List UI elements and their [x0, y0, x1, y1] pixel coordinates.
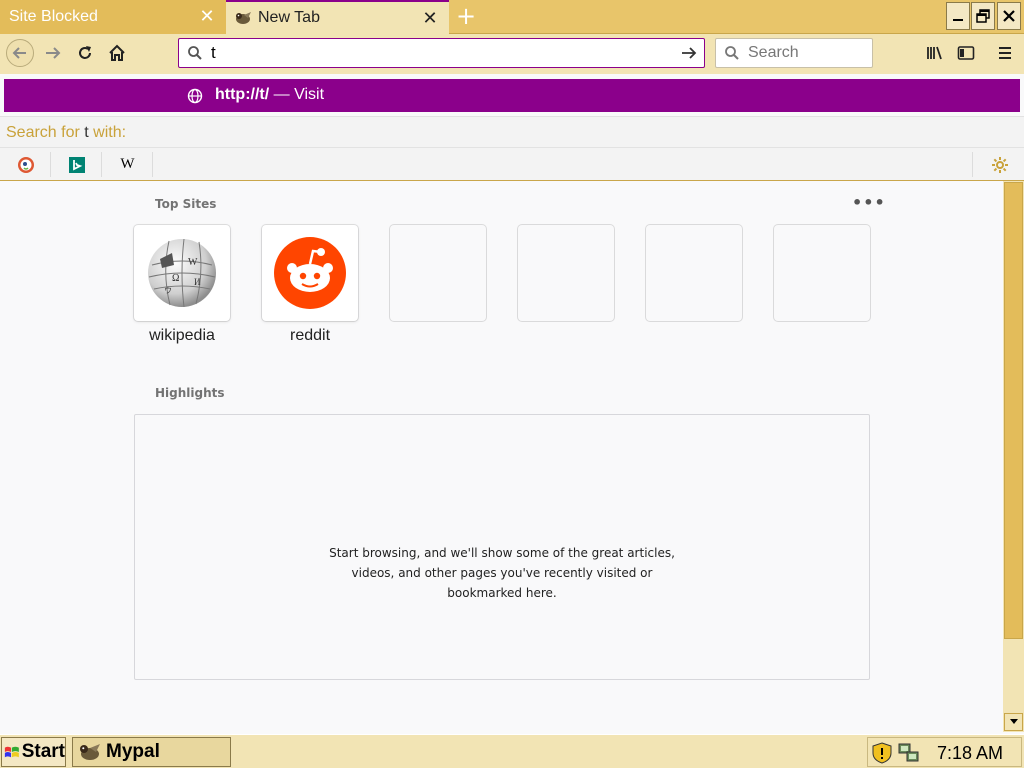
tab-new-tab[interactable]: New Tab ✕: [226, 0, 449, 34]
top-site-tile-reddit[interactable]: [262, 225, 358, 321]
svg-text:W: W: [188, 257, 198, 268]
search-engine-duckduckgo[interactable]: [1, 152, 51, 177]
highlights-title: Highlights: [155, 386, 225, 400]
reddit-icon: [274, 237, 346, 309]
globe-icon: [187, 88, 203, 104]
autocomplete-visit-row[interactable]: http://t/ — Visit: [4, 79, 1020, 112]
minimize-button[interactable]: [946, 2, 970, 30]
search-for-label: Search for t with:: [0, 116, 1024, 148]
system-tray: 7:18 AM: [867, 737, 1022, 767]
vertical-scrollbar[interactable]: [1003, 181, 1024, 732]
close-tab-icon[interactable]: ✕: [420, 8, 440, 28]
go-arrow-icon[interactable]: [680, 45, 698, 61]
top-sites-title: Top Sites: [155, 197, 217, 211]
new-tab-page: Top Sites ••• W Ω И ウ wikipedia reddit H…: [0, 181, 1003, 732]
highlights-message-line: videos, and other pages you've recently …: [351, 566, 653, 580]
search-for-suffix: with:: [93, 124, 127, 141]
search-engine-wikipedia[interactable]: W: [103, 152, 153, 177]
top-site-tile-empty[interactable]: [774, 225, 870, 321]
divider: [972, 152, 973, 177]
back-arrow-icon: [6, 39, 34, 67]
search-icon: [725, 46, 739, 60]
gear-icon: [992, 156, 1008, 173]
svg-text:Ω: Ω: [172, 273, 179, 284]
wikipedia-icon: W: [120, 156, 135, 172]
navigation-toolbar: [0, 34, 1024, 74]
home-button[interactable]: [102, 38, 132, 68]
network-icon[interactable]: [897, 741, 921, 765]
tab-title: Site Blocked: [9, 8, 98, 25]
library-icon: [927, 46, 942, 60]
top-site-tile-empty[interactable]: [646, 225, 742, 321]
top-site-tile-empty[interactable]: [390, 225, 486, 321]
forward-button[interactable]: [38, 38, 68, 68]
library-button[interactable]: [920, 38, 950, 68]
autocomplete-url: http://t/: [215, 86, 270, 103]
more-options-icon[interactable]: •••: [852, 193, 886, 212]
taskbar: Start Mypal 7:18 AM: [0, 734, 1024, 768]
autocomplete-text: http://t/ — Visit: [215, 86, 324, 104]
tab-site-blocked[interactable]: Site Blocked ✕: [0, 0, 226, 34]
taskbar-item-mypal[interactable]: Mypal: [72, 737, 231, 767]
top-site-tile-wikipedia[interactable]: W Ω И ウ: [134, 225, 230, 321]
taskbar-item-label: Mypal: [106, 741, 160, 762]
menu-button[interactable]: [990, 38, 1020, 68]
clock: 7:18 AM: [937, 743, 1004, 763]
search-engine-bar: W: [0, 148, 1024, 181]
reload-button[interactable]: [70, 38, 100, 68]
back-button[interactable]: [5, 38, 35, 68]
search-settings-button[interactable]: [975, 152, 1024, 177]
top-site-tile-empty[interactable]: [518, 225, 614, 321]
search-bar[interactable]: [715, 38, 873, 68]
autocomplete-separator: —: [273, 86, 290, 103]
bing-icon: [68, 156, 85, 173]
mypal-icon: [234, 10, 252, 26]
search-icon: [188, 46, 202, 60]
browser-window: Site Blocked ✕ New Tab ✕ + t Search http…: [0, 0, 1024, 768]
search-engine-bing[interactable]: [52, 152, 102, 177]
forward-arrow-icon: [46, 47, 61, 59]
start-button[interactable]: Start: [1, 737, 66, 767]
top-site-label: reddit: [289, 327, 331, 344]
autocomplete-action: Visit: [294, 86, 325, 103]
sidebar-icon: [957, 46, 975, 60]
highlights-empty-state: Start browsing, and we'll show some of t…: [134, 414, 870, 680]
search-for-prefix: Search for: [6, 124, 80, 141]
new-tab-button[interactable]: +: [452, 3, 480, 31]
restore-button[interactable]: [971, 2, 995, 30]
windows-logo-icon: [4, 746, 19, 758]
security-shield-icon[interactable]: [872, 742, 892, 764]
sidebar-button[interactable]: [951, 38, 981, 68]
close-window-button[interactable]: [997, 2, 1021, 30]
chevron-down-icon: [1009, 719, 1018, 724]
search-input[interactable]: [748, 43, 868, 63]
close-tab-icon[interactable]: ✕: [197, 6, 217, 26]
reload-icon: [79, 46, 91, 59]
start-label: Start: [21, 741, 65, 762]
scroll-down-button[interactable]: [1004, 713, 1023, 731]
home-icon: [109, 44, 125, 61]
highlights-message-line: Start browsing, and we'll show some of t…: [329, 546, 675, 560]
svg-text:И: И: [194, 277, 201, 287]
duckduckgo-icon: [17, 156, 34, 173]
hamburger-icon: [999, 47, 1011, 59]
scrollbar-thumb[interactable]: [1004, 182, 1023, 639]
url-input[interactable]: [211, 42, 671, 64]
tab-title: New Tab: [258, 9, 320, 26]
tab-bar: Site Blocked ✕ New Tab ✕ +: [0, 0, 1024, 34]
mypal-icon: [80, 744, 100, 760]
highlights-message: Start browsing, and we'll show some of t…: [135, 543, 869, 603]
highlights-message-line: bookmarked here.: [447, 586, 557, 600]
svg-text:ウ: ウ: [164, 286, 172, 295]
url-bar[interactable]: [178, 38, 705, 68]
wikipedia-globe-icon: W Ω И ウ: [148, 238, 216, 308]
search-for-query: t: [84, 124, 89, 141]
top-site-label: wikipedia: [149, 327, 215, 344]
